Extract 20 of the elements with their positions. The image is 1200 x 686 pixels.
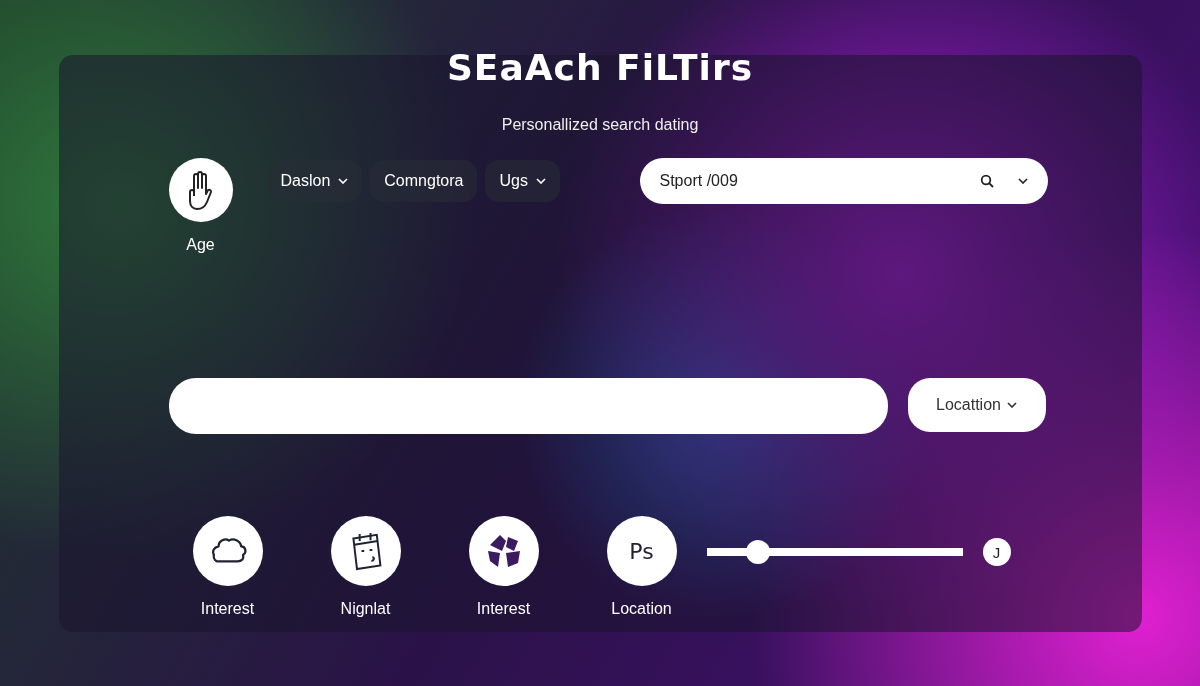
- search-field[interactable]: Stport /009: [639, 158, 1048, 204]
- category-label: Interest: [200, 600, 255, 618]
- caret-icon: [535, 178, 546, 184]
- filter-button[interactable]: Comngtora: [370, 160, 478, 202]
- caret-icon: [338, 178, 349, 184]
- category-label: Nignlat: [340, 600, 391, 618]
- panel-subtitle: Personallized search dating: [501, 116, 699, 134]
- filter-dropdown[interactable]: Daslon: [266, 160, 363, 202]
- panel-title: SEaAch FiLTirs: [446, 47, 754, 88]
- caret-icon: [1017, 178, 1028, 184]
- text-input-field[interactable]: [168, 378, 888, 434]
- search-icon[interactable]: [979, 174, 994, 188]
- filter-dropdown[interactable]: Ugs: [485, 160, 560, 202]
- age-label: Age: [186, 236, 215, 254]
- slider-end-label: J: [982, 538, 1011, 566]
- category-button[interactable]: Ps: [606, 516, 677, 586]
- location-dropdown[interactable]: Locattion: [907, 378, 1046, 432]
- category-label: Location: [611, 600, 672, 618]
- category-label: Interest: [476, 600, 531, 618]
- caret-icon: [1006, 402, 1017, 408]
